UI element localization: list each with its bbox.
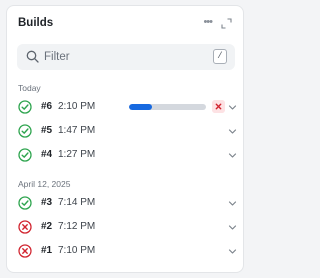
- check-circle-icon: [18, 148, 32, 162]
- build-time: 7:12 PM: [58, 221, 96, 232]
- group-label: Today: [18, 83, 41, 93]
- build-row[interactable]: #4 1:27 PM: [13, 145, 239, 165]
- more-options-icon[interactable]: •••: [203, 16, 213, 28]
- build-time: 1:27 PM: [58, 149, 96, 160]
- build-number: #2: [41, 221, 53, 232]
- check-circle-icon: [18, 100, 32, 114]
- chevron-down-icon[interactable]: [228, 127, 237, 136]
- build-time: 1:47 PM: [58, 125, 96, 136]
- chevron-down-icon[interactable]: [228, 223, 237, 232]
- expand-icon[interactable]: [221, 18, 232, 29]
- x-circle-icon: [18, 244, 32, 258]
- search-icon: [26, 50, 39, 63]
- chevron-down-icon[interactable]: [228, 247, 237, 256]
- group-label: April 12, 2025: [18, 179, 71, 189]
- chevron-down-icon[interactable]: [228, 151, 237, 160]
- build-row[interactable]: #5 1:47 PM: [13, 121, 239, 141]
- build-progress-fill: [129, 104, 153, 110]
- check-circle-icon: [18, 124, 32, 138]
- build-time: 7:14 PM: [58, 197, 96, 208]
- build-number: #3: [41, 197, 53, 208]
- check-circle-icon: [18, 196, 32, 210]
- build-number: #5: [41, 125, 53, 136]
- build-number: #6: [41, 101, 53, 112]
- build-number: #1: [41, 245, 53, 256]
- filter-field[interactable]: /: [17, 44, 235, 70]
- builds-panel: Builds ••• / Today#6 2:10 PM #5 1:47 PM #4 1:…: [6, 5, 244, 273]
- cancel-icon[interactable]: [212, 100, 225, 113]
- build-row[interactable]: #2 7:12 PM: [13, 217, 239, 237]
- build-progress-bar: [129, 104, 206, 110]
- chevron-down-icon[interactable]: [228, 103, 237, 112]
- build-time: 7:10 PM: [58, 245, 96, 256]
- build-row[interactable]: #1 7:10 PM: [13, 241, 239, 261]
- panel-title: Builds: [18, 17, 54, 29]
- build-time: 2:10 PM: [58, 101, 96, 112]
- build-number: #4: [41, 149, 53, 160]
- filter-input[interactable]: [44, 48, 194, 66]
- build-row[interactable]: #6 2:10 PM: [13, 97, 239, 117]
- chevron-down-icon[interactable]: [228, 199, 237, 208]
- build-row[interactable]: #3 7:14 PM: [13, 193, 239, 213]
- panel-header: Builds •••: [7, 6, 243, 40]
- x-circle-icon: [18, 220, 32, 234]
- filter-shortcut-key: /: [213, 49, 227, 64]
